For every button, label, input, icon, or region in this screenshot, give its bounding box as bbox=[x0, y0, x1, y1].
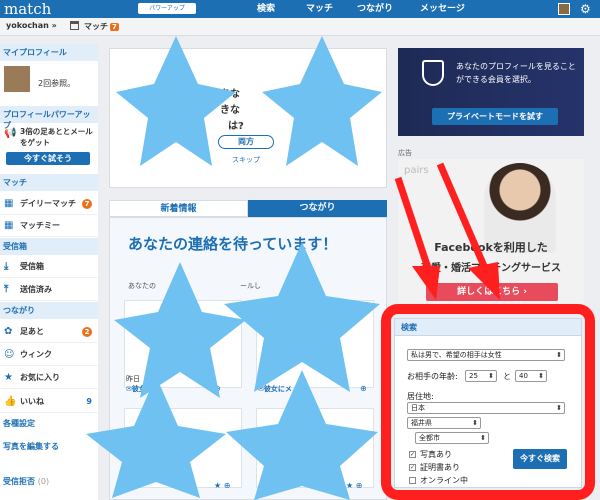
highlight-frame bbox=[381, 304, 595, 500]
red-arrow bbox=[436, 162, 500, 300]
star-overlay bbox=[226, 370, 378, 500]
star-overlay bbox=[224, 242, 380, 392]
red-arrow bbox=[394, 176, 440, 300]
star-overlay bbox=[114, 262, 246, 398]
star-overlay bbox=[262, 36, 382, 166]
annotation-overlay bbox=[86, 36, 595, 500]
star-overlay bbox=[86, 376, 226, 498]
star-overlay bbox=[116, 36, 236, 166]
